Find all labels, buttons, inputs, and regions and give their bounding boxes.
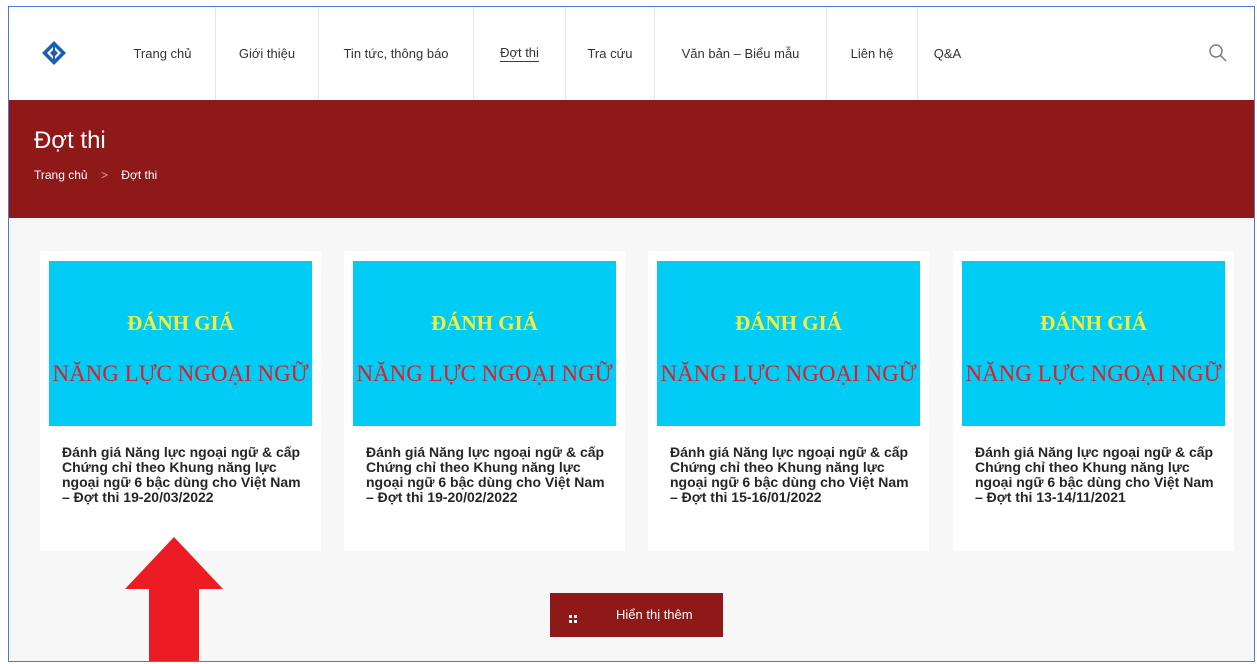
breadcrumb-separator: > (100, 168, 108, 182)
card-title-link[interactable]: Đánh giá Năng lực ngoại ngữ & cấp Chứng … (366, 445, 606, 505)
card-thumbnail[interactable]: ĐÁNH GIÁ NĂNG LỰC NGOẠI NGỮ (353, 261, 616, 426)
nav-item-label: Đợt thi (500, 45, 539, 62)
nav-item-news[interactable]: Tin tức, thông báo (318, 7, 473, 100)
thumb-subheading: NĂNG LỰC NGOẠI NGỮ (965, 361, 1222, 386)
card-title-link[interactable]: Đánh giá Năng lực ngoại ngữ & cấp Chứng … (670, 445, 910, 505)
exam-card[interactable]: ĐÁNH GIÁ NĂNG LỰC NGOẠI NGỮ Đánh giá Năn… (40, 251, 321, 551)
thumb-subheading: NĂNG LỰC NGOẠI NGỮ (660, 361, 917, 386)
nav-item-documents[interactable]: Văn bản – Biểu mẫu (654, 7, 826, 100)
nav-item-about[interactable]: Giới thiệu (215, 7, 318, 100)
thumb-subheading: NĂNG LỰC NGOẠI NGỮ (356, 361, 613, 386)
card-title-link[interactable]: Đánh giá Năng lực ngoại ngữ & cấp Chứng … (975, 445, 1215, 505)
show-more-label: Hiển thị thêm (616, 607, 693, 622)
logo-icon[interactable] (41, 40, 67, 66)
thumb-heading: ĐÁNH GIÁ (431, 311, 538, 335)
show-more-button[interactable]: Hiển thị thêm (550, 593, 723, 637)
grid-icon (569, 611, 577, 623)
page-banner: Đợt thi Trang chủ > Đợt thi (9, 100, 1254, 218)
thumb-heading: ĐÁNH GIÁ (127, 311, 234, 335)
card-thumbnail[interactable]: ĐÁNH GIÁ NĂNG LỰC NGOẠI NGỮ (962, 261, 1225, 426)
breadcrumb-home-link[interactable]: Trang chủ (34, 168, 88, 182)
thumb-subheading: NĂNG LỰC NGOẠI NGỮ (52, 361, 309, 386)
card-thumbnail[interactable]: ĐÁNH GIÁ NĂNG LỰC NGOẠI NGỮ (49, 261, 312, 426)
thumb-heading: ĐÁNH GIÁ (735, 311, 842, 335)
card-thumbnail[interactable]: ĐÁNH GIÁ NĂNG LỰC NGOẠI NGỮ (657, 261, 920, 426)
breadcrumb-current: Đợt thi (121, 168, 158, 182)
nav-item-label: Q&A (933, 46, 962, 61)
nav-item-contact[interactable]: Liên hệ (826, 7, 917, 100)
exam-card[interactable]: ĐÁNH GIÁ NĂNG LỰC NGOẠI NGỮ Đánh giá Năn… (648, 251, 929, 551)
nav-item-qa[interactable]: Q&A (917, 7, 977, 100)
card-title-link[interactable]: Đánh giá Năng lực ngoại ngữ & cấp Chứng … (62, 445, 302, 505)
nav-item-exam-sessions[interactable]: Đợt thi (473, 7, 565, 100)
annotation-arrow-icon (125, 537, 223, 661)
browser-frame: Trang chủ Giới thiệu Tin tức, thông báo … (8, 6, 1255, 662)
nav-item-label: Liên hệ (850, 46, 894, 61)
thumb-heading: ĐÁNH GIÁ (1040, 311, 1147, 335)
nav-item-label: Trang chủ (133, 46, 192, 61)
page-title: Đợt thi (34, 127, 106, 154)
nav-item-label: Văn bản – Biểu mẫu (681, 46, 800, 61)
exam-card[interactable]: ĐÁNH GIÁ NĂNG LỰC NGOẠI NGỮ Đánh giá Năn… (953, 251, 1234, 551)
site-header: Trang chủ Giới thiệu Tin tức, thông báo … (9, 7, 1254, 100)
search-icon[interactable] (1208, 43, 1228, 63)
exam-card[interactable]: ĐÁNH GIÁ NĂNG LỰC NGOẠI NGỮ Đánh giá Năn… (344, 251, 625, 551)
nav-item-home[interactable]: Trang chủ (110, 7, 215, 100)
nav-item-label: Giới thiệu (238, 46, 296, 61)
nav-item-label: Tra cứu (587, 46, 633, 61)
nav-item-label: Tin tức, thông báo (343, 46, 449, 61)
breadcrumb: Trang chủ > Đợt thi (34, 168, 157, 182)
nav-item-lookup[interactable]: Tra cứu (565, 7, 654, 100)
